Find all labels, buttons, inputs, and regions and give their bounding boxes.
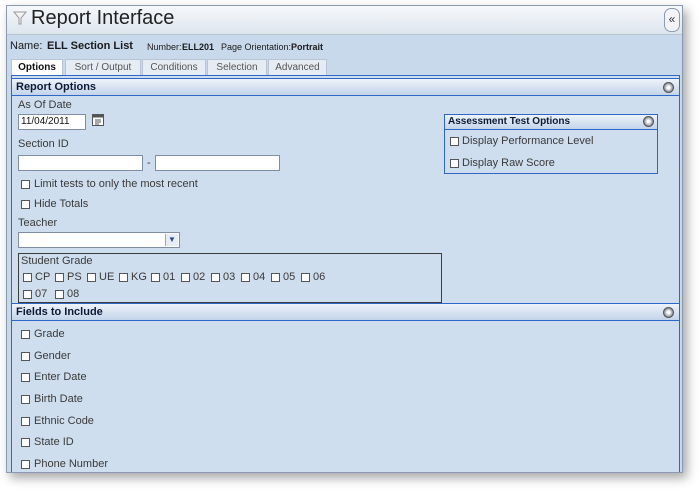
fields-to-include-title: Fields to Include [16, 306, 103, 318]
tab-conditions[interactable]: Conditions [142, 59, 206, 75]
field-birth-date-checkbox[interactable] [21, 395, 30, 404]
grade-checkbox-05[interactable] [271, 273, 280, 282]
section-id-to-input[interactable] [155, 155, 280, 171]
as-of-date-input[interactable]: 11/04/2011 [18, 114, 86, 130]
field-ethnic-code-checkbox[interactable] [21, 417, 30, 426]
grade-checkbox-04[interactable] [241, 273, 250, 282]
field-enter-date-checkbox[interactable] [21, 373, 30, 382]
field-grade-label: Grade [34, 328, 65, 340]
section-id-from-input[interactable] [18, 155, 143, 171]
grade-label-02: 02 [193, 271, 206, 283]
report-name: ELL Section List [47, 40, 133, 52]
grade-checkbox-kg[interactable] [119, 273, 128, 282]
display-performance-level-checkbox[interactable] [450, 137, 459, 146]
hide-totals-label: Hide Totals [34, 198, 89, 210]
grade-checkbox-08[interactable] [55, 290, 64, 299]
grade-label-07: 07 [35, 288, 48, 300]
section-id-label: Section ID [18, 138, 69, 150]
field-ethnic-code-label: Ethnic Code [34, 415, 94, 427]
grade-label-cp: CP [35, 271, 51, 283]
grade-label-08: 08 [67, 288, 80, 300]
funnel-icon [13, 11, 27, 25]
section-id-separator: - [147, 157, 151, 169]
grade-label-05: 05 [283, 271, 296, 283]
collapse-circle-icon[interactable] [663, 307, 674, 318]
grade-checkbox-01[interactable] [151, 273, 160, 282]
tab-selection[interactable]: Selection [207, 59, 267, 75]
window-title: Report Interface [31, 7, 175, 29]
collapse-circle-icon[interactable] [663, 82, 674, 93]
field-state-id-label: State ID [34, 436, 74, 448]
options-panel: Report Options As Of Date 11/04/2011 Sec… [11, 75, 680, 472]
grade-label-kg: KG [131, 271, 147, 283]
display-performance-level-label: Display Performance Level [462, 135, 594, 147]
assessment-test-options-box: Assessment Test Options Display Performa… [444, 114, 658, 174]
grade-checkbox-ue[interactable] [87, 273, 96, 282]
hide-totals-checkbox[interactable] [21, 200, 30, 209]
orientation-value: Portrait [291, 42, 324, 52]
fields-to-include-header: Fields to Include [12, 303, 679, 321]
field-gender-label: Gender [34, 350, 71, 362]
display-raw-score-label: Display Raw Score [462, 157, 555, 169]
report-options-header: Report Options [12, 78, 679, 96]
field-state-id-checkbox[interactable] [21, 438, 30, 447]
grade-checkbox-02[interactable] [181, 273, 190, 282]
as-of-date-label: As Of Date [18, 99, 72, 111]
student-grade-group: Student Grade CP PS UE KG 01 02 03 04 05… [18, 253, 442, 303]
grade-label-06: 06 [313, 271, 326, 283]
grade-label-03: 03 [223, 271, 236, 283]
grade-checkbox-cp[interactable] [23, 273, 32, 282]
report-info-bar: Name: ELL Section List Number: ELL201 Pa… [7, 35, 682, 59]
report-window: Report Interface « Name: ELL Section Lis… [6, 5, 683, 473]
grade-checkbox-07[interactable] [23, 290, 32, 299]
grade-checkbox-03[interactable] [211, 273, 220, 282]
field-gender-checkbox[interactable] [21, 352, 30, 361]
collapse-circle-icon[interactable] [643, 116, 654, 127]
grade-label-ps: PS [67, 271, 82, 283]
teacher-label: Teacher [18, 217, 58, 229]
report-number: ELL201 [182, 42, 215, 52]
display-raw-score-checkbox[interactable] [450, 159, 459, 168]
assessment-test-options-title: Assessment Test Options [448, 116, 571, 127]
field-phone-number-label: Phone Number [34, 458, 108, 470]
field-phone-number-checkbox[interactable] [21, 460, 30, 469]
grade-label-04: 04 [253, 271, 266, 283]
calendar-icon[interactable] [92, 114, 105, 127]
chevron-down-icon[interactable]: ▼ [165, 234, 178, 246]
grade-label-ue: UE [99, 271, 115, 283]
limit-tests-label: Limit tests to only the most recent [34, 178, 198, 190]
grade-checkbox-06[interactable] [301, 273, 310, 282]
teacher-select[interactable]: ▼ [18, 232, 180, 248]
student-grade-label: Student Grade [21, 255, 93, 267]
assessment-test-options-header: Assessment Test Options [445, 115, 657, 130]
limit-tests-checkbox[interactable] [21, 180, 30, 189]
field-grade-checkbox[interactable] [21, 330, 30, 339]
tab-options[interactable]: Options [11, 59, 63, 76]
report-options-title: Report Options [16, 81, 97, 93]
number-label: Number: [147, 42, 182, 52]
title-bar: Report Interface « [7, 6, 682, 35]
orientation-label: Page Orientation: [221, 42, 292, 52]
double-chevron-left-icon[interactable]: « [664, 8, 680, 32]
name-label: Name: [10, 40, 43, 52]
grade-checkbox-ps[interactable] [55, 273, 64, 282]
field-birth-date-label: Birth Date [34, 393, 83, 405]
grade-label-01: 01 [163, 271, 176, 283]
tab-advanced[interactable]: Advanced [268, 59, 327, 75]
field-enter-date-label: Enter Date [34, 371, 87, 383]
tab-sort-output[interactable]: Sort / Output [65, 59, 141, 75]
